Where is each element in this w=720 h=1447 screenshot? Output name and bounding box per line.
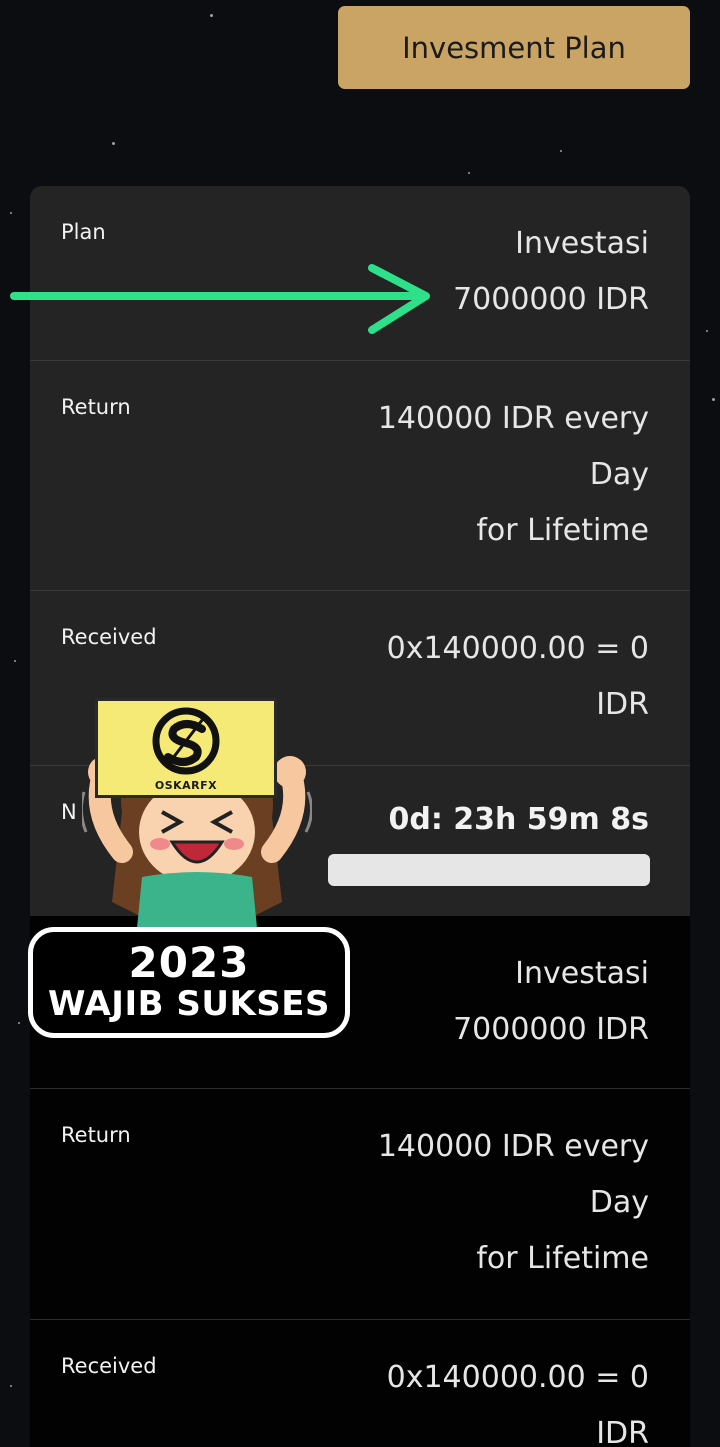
- plan-label: Plan: [61, 220, 106, 244]
- oskarfx-sign: OSKARFX: [95, 698, 277, 798]
- received-value: 0x140000.00 = 0 IDR: [387, 1350, 649, 1447]
- plan-value: Investasi 7000000 IDR: [453, 216, 649, 328]
- return-line-1: 140000 IDR every: [377, 1129, 649, 1164]
- plan-amount: 7000000 IDR: [453, 282, 649, 317]
- return-line-1: 140000 IDR every: [377, 401, 649, 436]
- received-label: Received: [61, 1354, 157, 1378]
- return-line-2: Day: [589, 457, 649, 492]
- badge-year: 2023: [128, 938, 250, 987]
- wajib-sukses-badge: 2023 WAJIB SUKSES: [28, 927, 350, 1038]
- star-dot: [18, 1022, 20, 1024]
- investment-plan-button[interactable]: Invesment Plan: [338, 6, 690, 89]
- oskarfx-sign-text: OSKARFX: [154, 779, 218, 792]
- plan-name: Investasi: [515, 956, 649, 991]
- return-value: 140000 IDR every Day for Lifetime: [378, 1119, 649, 1287]
- received-label: Received: [61, 625, 157, 649]
- star-dot: [210, 14, 213, 17]
- return-row: Return 140000 IDR every Day for Lifetime: [30, 1089, 690, 1320]
- star-dot: [560, 150, 562, 152]
- return-line-3: for Lifetime: [476, 513, 649, 548]
- received-line-1: 0x140000.00 = 0: [386, 1360, 649, 1395]
- green-arrow-icon: [10, 264, 430, 334]
- star-dot: [712, 398, 715, 401]
- countdown-timer: 0d: 23h 59m 8s: [388, 802, 649, 837]
- received-line-2: IDR: [596, 1416, 649, 1447]
- star-dot: [10, 1385, 12, 1387]
- return-label: Return: [61, 1123, 131, 1147]
- star-dot: [10, 212, 12, 214]
- star-dot: [706, 330, 708, 332]
- badge-text: WAJIB SUKSES: [48, 984, 330, 1024]
- received-row: Received 0x140000.00 = 0 IDR: [30, 1320, 690, 1447]
- plan-name: Investasi: [515, 226, 649, 261]
- plan-value: Investasi 7000000 IDR: [453, 946, 649, 1058]
- return-label: Return: [61, 395, 131, 419]
- return-row: Return 140000 IDR every Day for Lifetime: [30, 361, 690, 591]
- star-dot: [112, 142, 115, 145]
- next-payout-label: N: [61, 800, 77, 824]
- return-line-2: Day: [589, 1185, 649, 1220]
- received-line-2: IDR: [596, 687, 649, 722]
- plan-amount: 7000000 IDR: [453, 1012, 649, 1047]
- star-dot: [468, 172, 470, 174]
- star-dot: [14, 660, 16, 662]
- payout-progress-bar: [328, 854, 650, 886]
- received-value: 0x140000.00 = 0 IDR: [387, 621, 649, 733]
- received-line-1: 0x140000.00 = 0: [386, 631, 649, 666]
- return-line-3: for Lifetime: [476, 1241, 649, 1276]
- return-value: 140000 IDR every Day for Lifetime: [378, 391, 649, 559]
